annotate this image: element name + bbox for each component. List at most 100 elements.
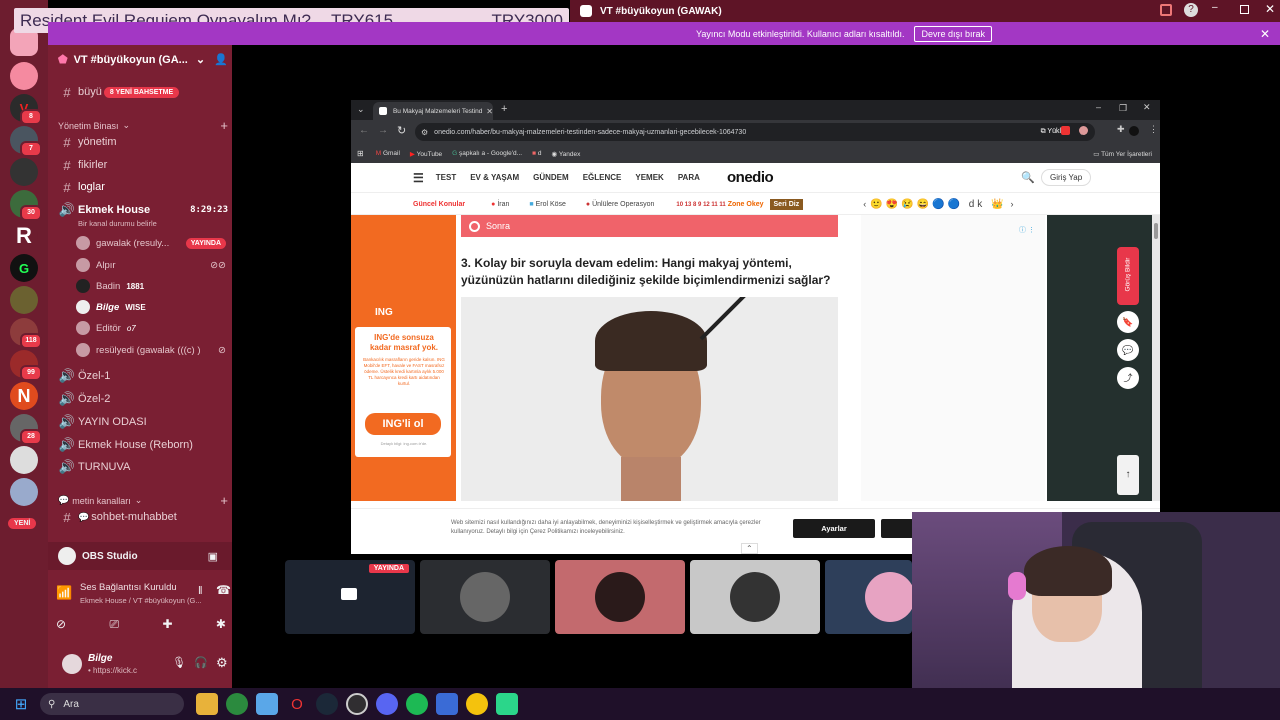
participant-tile[interactable] [555, 560, 685, 634]
connection-subtitle[interactable]: Ekmek House / VT #büyükoyun (G... [80, 596, 210, 605]
trend-item[interactable]: ● Ünlülere Operasyon [586, 201, 654, 208]
screen-share-icon[interactable]: ▣ [208, 550, 218, 563]
bookmark-google[interactable]: G şapkalı a - Google'd... [452, 150, 522, 157]
close-button[interactable]: ✕ [1143, 102, 1151, 113]
channel-item[interactable]: # 💬 sohbet-muhabbet [58, 507, 228, 527]
tab-search-icon[interactable]: ⌄ [357, 104, 365, 115]
activity-panel[interactable]: OBS Studio ▣ [48, 542, 232, 570]
reload-icon[interactable]: ↻ [397, 124, 406, 137]
channel-item[interactable]: # fikirler [58, 155, 228, 175]
xbox-icon[interactable] [226, 693, 248, 715]
voice-user[interactable]: resülyedi (gawalak (((c) ) ⊘ [76, 340, 226, 360]
bookmark-gmail[interactable]: M Gmail [376, 150, 400, 157]
voice-channel[interactable]: 🔊 TURNUVA [58, 457, 228, 477]
site-logo[interactable]: onedio [727, 169, 774, 186]
bookmark-d[interactable]: ■ d [532, 150, 541, 157]
server-icon-1[interactable] [10, 62, 38, 90]
copilot-icon[interactable] [256, 693, 278, 715]
trend-item[interactable]: ● İran [491, 201, 509, 208]
channel-item[interactable]: # loglar [58, 177, 228, 197]
minimize-button[interactable]: – [1212, 2, 1218, 13]
server-icon-9[interactable]: 28 [10, 414, 42, 445]
voice-channel-active[interactable]: 🔊 Ekmek House 8:29:23 [58, 200, 228, 220]
start-icon[interactable]: ⊞ [10, 693, 32, 715]
hamburger-menu-icon[interactable]: ☰ [413, 171, 424, 185]
server-icon-3[interactable]: 7 [10, 126, 42, 157]
voice-user[interactable]: Editör o7 [76, 318, 226, 338]
participant-tile[interactable] [420, 560, 550, 634]
feedback-button[interactable]: Görüş Bildir [1117, 247, 1139, 305]
voice-channel[interactable]: 🔊 Ekmek House (Reborn) [58, 435, 228, 455]
channel-item[interactable]: # yönetim [58, 132, 228, 152]
disconnect-icon[interactable]: ☎ [216, 583, 231, 597]
server-icon-6[interactable] [10, 286, 38, 314]
inbox-icon[interactable] [1160, 4, 1172, 16]
participant-tile[interactable] [690, 560, 820, 634]
participant-tile[interactable] [825, 560, 912, 634]
opera-icon[interactable]: O [286, 693, 308, 715]
add-member-icon[interactable]: 👤 [214, 53, 228, 66]
ad-left[interactable]: ING ING'de sonsuza kadar masraf yok. Ban… [351, 215, 456, 501]
server-header[interactable]: ⬟ VT #büyükoyun (GA... ⌄ 👤 [58, 53, 228, 67]
quiz-option[interactable]: Sonra [461, 215, 838, 237]
apps-icon[interactable]: ⊞ [357, 149, 364, 158]
settings-icon[interactable]: ⚙ [216, 655, 228, 671]
extension-icon[interactable] [1061, 126, 1070, 135]
taskbar-search[interactable]: ⚲ Ara [40, 693, 184, 715]
steam-icon[interactable] [316, 693, 338, 715]
login-button[interactable]: Giriş Yap [1041, 169, 1092, 186]
close-window-button[interactable]: ✕ [1265, 2, 1275, 16]
stream-tile[interactable]: YAYINDA [285, 560, 415, 634]
trend-item[interactable]: ■ Erol Köse [529, 201, 566, 208]
screen-share-icon[interactable]: ⎚ [109, 617, 119, 639]
avatar[interactable] [62, 654, 82, 674]
spotify-icon[interactable] [406, 693, 428, 715]
noise-suppression-icon[interactable]: ‖ [198, 585, 203, 597]
category-header[interactable]: Yönetim Binası ⌄ + [58, 118, 228, 133]
camera-off-icon[interactable]: ⊘ [56, 617, 66, 639]
scroll-top-button[interactable]: ↑ [1117, 455, 1139, 495]
server-icon-n[interactable]: N [10, 382, 38, 410]
help-icon[interactable]: ? [1184, 3, 1198, 17]
site-info-icon[interactable]: ⚙ [421, 128, 428, 137]
back-icon[interactable]: ← [359, 125, 369, 136]
ad-info-icon[interactable]: ⓘ ⋮ [1019, 225, 1035, 235]
channel-item[interactable]: # büyü 8 YENİ BAHSETME [58, 82, 228, 102]
maximize-button[interactable] [1240, 5, 1249, 14]
chevron-right-icon[interactable]: › [1010, 199, 1013, 209]
restore-button[interactable]: ❐ [1119, 103, 1127, 114]
cookie-settings-button[interactable]: Ayarlar [793, 519, 875, 538]
extension-icon[interactable] [1079, 126, 1088, 135]
trend-item[interactable]: 10 13 8 9 12 11 11 Zone Okey [676, 201, 763, 208]
new-mentions-badge[interactable]: 8 YENİ BAHSETME [103, 86, 180, 98]
nav-yemek[interactable]: YEMEK [635, 173, 663, 182]
file-explorer-icon[interactable] [196, 693, 218, 715]
bookmark-youtube[interactable]: ▶ YouTube [410, 150, 442, 158]
nav-gundem[interactable]: GÜNDEM [533, 173, 569, 182]
activities-icon[interactable]: ✚ [162, 617, 172, 639]
add-channel-icon[interactable]: + [220, 493, 228, 508]
server-icon-4[interactable] [10, 158, 38, 186]
chrome-icon[interactable] [466, 693, 488, 715]
chevron-up-icon[interactable]: ⌃ [741, 543, 758, 554]
obs-icon[interactable] [346, 693, 368, 715]
all-bookmarks[interactable]: ▭ Tüm Yer İşaretleri [1093, 150, 1152, 158]
microphone-icon[interactable]: 🎙 [172, 656, 186, 669]
server-icon-8[interactable]: 99 [10, 350, 42, 381]
discord-icon[interactable] [376, 693, 398, 715]
category-header[interactable]: 💬 metin kanalları ⌄ + [58, 493, 228, 508]
extensions-puzzle-icon[interactable]: ✚ [1117, 124, 1125, 135]
scrollbar-thumb[interactable] [1154, 223, 1158, 239]
server-icon-11[interactable] [10, 478, 38, 506]
menu-icon[interactable]: ⋮ [1149, 124, 1158, 135]
profile-icon[interactable] [1129, 126, 1139, 136]
server-icon-10[interactable] [10, 446, 38, 474]
server-icon-r[interactable]: R [10, 222, 38, 250]
voice-user[interactable]: Badin 1881 [76, 276, 226, 296]
new-tab-icon[interactable]: + [501, 103, 507, 115]
disable-streamer-mode-button[interactable]: Devre dışı bırak [914, 25, 992, 42]
nav-ev-yasam[interactable]: EV & YAŞAM [470, 173, 519, 182]
add-channel-icon[interactable]: + [220, 118, 228, 133]
app-icon[interactable] [436, 693, 458, 715]
url-bar[interactable]: ⚙ onedio.com/haber/bu-makyaj-malzemeleri… [415, 123, 1095, 141]
